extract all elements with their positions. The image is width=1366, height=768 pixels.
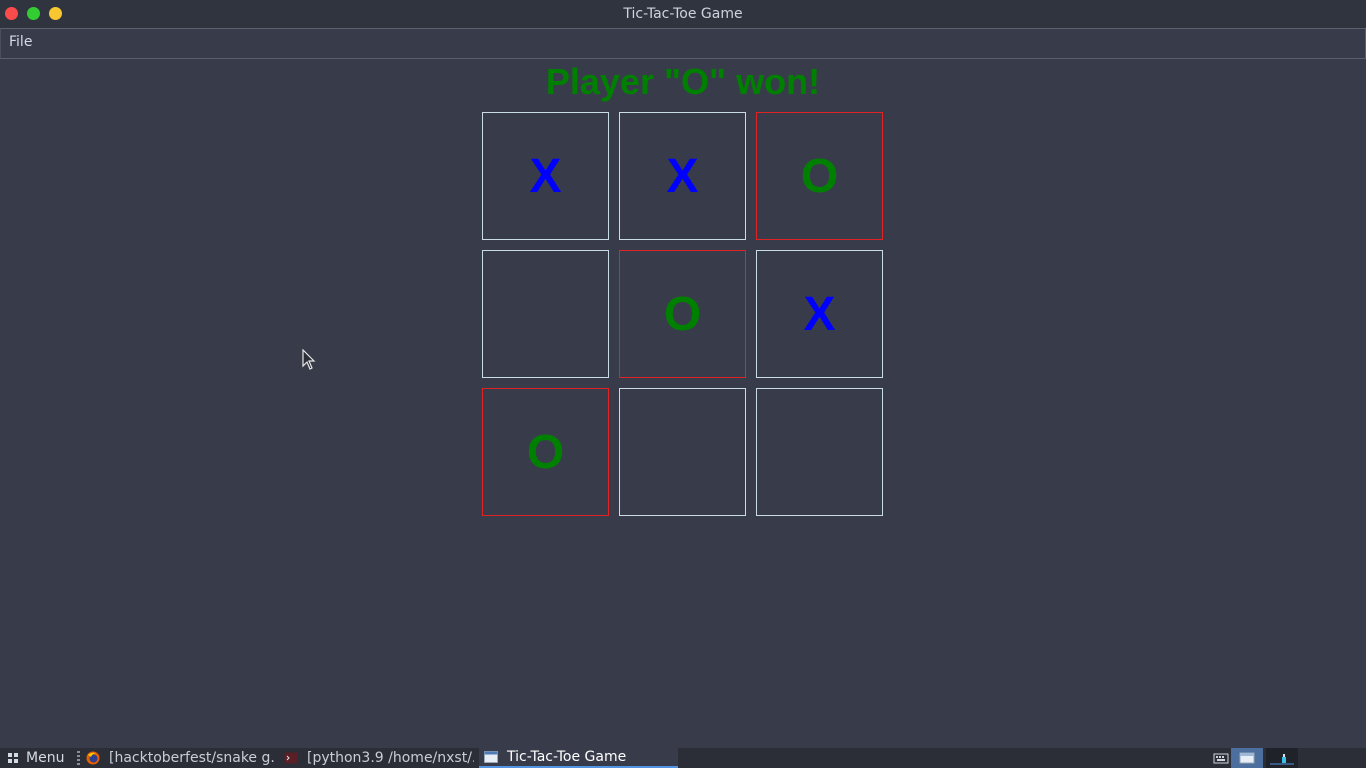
cell-mark	[757, 389, 882, 515]
task-terminal[interactable]: [python3.9 /home/nxst/...	[284, 748, 474, 768]
cell-mark: O	[663, 287, 702, 341]
board-cell-2[interactable]: O	[756, 112, 883, 240]
board-cell-3[interactable]	[482, 250, 609, 378]
apps-grid-icon	[8, 753, 18, 763]
mouse-cursor-icon	[302, 349, 316, 370]
cell-mark: O	[526, 425, 565, 479]
taskbar-separator	[77, 751, 80, 765]
cell-mark: X	[529, 149, 562, 203]
cell-mark	[620, 389, 745, 515]
window-icon	[484, 751, 498, 763]
board-cell-4[interactable]: O	[619, 250, 746, 378]
board-cell-7[interactable]	[619, 388, 746, 516]
start-menu-button[interactable]: Menu	[8, 750, 64, 766]
task-label: Tic-Tac-Toe Game	[507, 749, 627, 765]
game-status-label: Player "O" won!	[545, 61, 821, 102]
title-bar: Tic-Tac-Toe Game	[0, 0, 1366, 28]
cell-mark	[483, 251, 608, 377]
keyboard-icon[interactable]	[1213, 748, 1229, 768]
task-firefox[interactable]: [hacktoberfest/snake g...	[86, 748, 274, 768]
cell-mark: O	[800, 149, 839, 203]
menu-file[interactable]: File	[9, 33, 32, 51]
cell-mark: X	[666, 149, 699, 203]
board-cell-5[interactable]: X	[756, 250, 883, 378]
task-tic-tac-toe[interactable]: Tic-Tac-Toe Game	[479, 748, 678, 768]
board-cell-6[interactable]: O	[482, 388, 609, 516]
cell-mark: X	[803, 287, 836, 341]
board-cell-1[interactable]: X	[619, 112, 746, 240]
board-cell-0[interactable]: X	[482, 112, 609, 240]
taskbar: Menu [hacktoberfest/snake g... [python3.…	[0, 748, 1366, 768]
task-label: [python3.9 /home/nxst/...	[307, 750, 474, 766]
terminal-icon	[284, 752, 298, 764]
menu-bar: File	[0, 28, 1366, 59]
start-menu-label: Menu	[26, 750, 65, 766]
task-label: [hacktoberfest/snake g...	[109, 750, 274, 766]
board-cell-8[interactable]	[756, 388, 883, 516]
window-title: Tic-Tac-Toe Game	[623, 6, 743, 22]
firefox-icon	[86, 751, 100, 765]
network-icon[interactable]	[1266, 748, 1298, 768]
window-switch-icon[interactable]	[1231, 748, 1263, 768]
